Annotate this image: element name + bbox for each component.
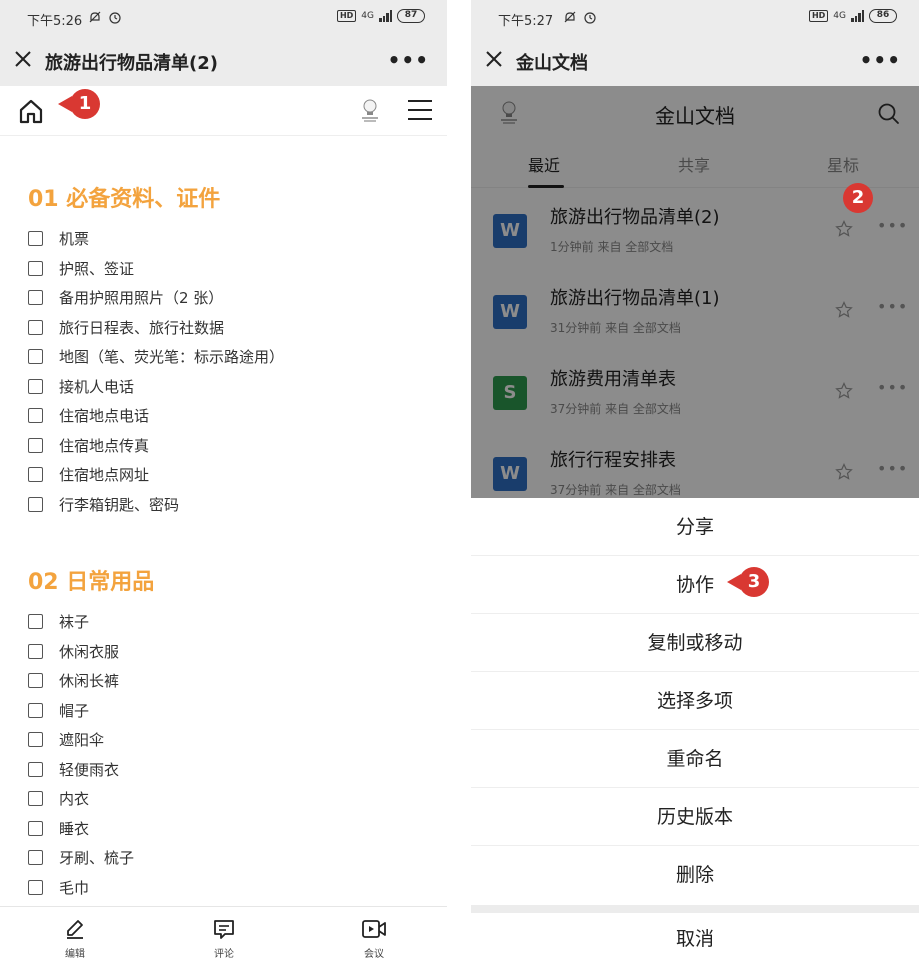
checkbox[interactable] (28, 467, 43, 483)
status-bar: 下午5:26 HD 4G 87 (0, 0, 447, 36)
window-title: 旅游出行物品清单(2) (45, 53, 218, 74)
checkbox[interactable] (28, 791, 43, 807)
checkbox[interactable] (28, 761, 43, 777)
hd-icon: HD (336, 10, 357, 22)
checklist-item[interactable]: 袜子 (28, 607, 134, 637)
checklist-item[interactable]: 睡衣 (28, 814, 134, 844)
checkbox[interactable] (28, 496, 43, 512)
status-time: 下午5:27 (498, 14, 554, 29)
document-content: 01 必备资料、证件 机票 护照、签证 备用护照用照片（2 张） 旅行日程表、旅… (0, 137, 447, 906)
left-screen: 下午5:26 HD 4G 87 旅游出行物品清单(2) ••• 1 01 必备资… (0, 0, 447, 966)
checkbox[interactable] (28, 290, 43, 306)
checkbox[interactable] (28, 408, 43, 424)
close-icon[interactable] (483, 48, 505, 70)
checkbox[interactable] (28, 614, 43, 630)
section-title: 02 日常用品 (28, 570, 155, 595)
checkbox[interactable] (28, 349, 43, 365)
checklist-item[interactable]: 牙刷、梳子 (28, 843, 134, 873)
checklist-item[interactable]: 休闲衣服 (28, 637, 134, 667)
network-label: 4G (361, 11, 374, 21)
doc-toolbar: 1 (0, 86, 447, 136)
status-time: 下午5:26 (27, 14, 83, 29)
checklist-item[interactable]: 毛巾 (28, 873, 134, 903)
share-option[interactable]: 分享 (471, 498, 919, 556)
mute-icon (88, 10, 102, 28)
checklist-item[interactable]: 护照、签证 (28, 254, 284, 284)
more-options-button[interactable]: ••• (388, 48, 429, 72)
hd-icon: HD (808, 10, 829, 22)
checklist-item[interactable]: 备用护照用照片（2 张） (28, 283, 284, 313)
checklist-daily: 袜子 休闲衣服 休闲长裤 帽子 遮阳伞 轻便雨衣 内衣 睡衣 牙刷、梳子 毛巾 (28, 607, 134, 902)
action-sheet: 分享 协作 复制或移动 选择多项 重命名 历史版本 删除 取消 (471, 498, 919, 966)
checkbox[interactable] (28, 850, 43, 866)
history-option[interactable]: 历史版本 (471, 788, 919, 846)
comment-label: 评论 (214, 949, 234, 960)
annotation-callout-2: 2 (843, 183, 873, 213)
checklist-item[interactable]: 地图（笔、荧光笔：标示路途用） (28, 342, 284, 372)
status-bar: 下午5:27 HD 4G 86 (471, 0, 919, 36)
callout-number: 3 (739, 567, 769, 597)
meeting-label: 会议 (364, 949, 384, 960)
menu-icon[interactable] (408, 100, 432, 120)
checklist-essentials: 机票 护照、签证 备用护照用照片（2 张） 旅行日程表、旅行社数据 地图（笔、荧… (28, 224, 284, 519)
edit-button[interactable]: 编辑 (45, 917, 105, 960)
pencil-icon (67, 920, 83, 939)
sheet-divider (471, 905, 919, 913)
checklist-item[interactable]: 接机人电话 (28, 372, 284, 402)
window-header: 金山文档 ••• (471, 36, 919, 86)
video-meeting-icon (362, 920, 386, 938)
checklist-item[interactable]: 旅行日程表、旅行社数据 (28, 313, 284, 343)
window-title: 金山文档 (516, 53, 588, 74)
home-icon[interactable] (17, 97, 45, 129)
checklist-item[interactable]: 轻便雨衣 (28, 755, 134, 785)
checkbox[interactable] (28, 820, 43, 836)
checklist-item[interactable]: 内衣 (28, 784, 134, 814)
cancel-button[interactable]: 取消 (471, 913, 919, 966)
mute-icon (563, 10, 577, 28)
right-screen: 下午5:27 HD 4G 86 金山文档 ••• 金山文档 最近 共享 星标 W… (471, 0, 919, 966)
comment-button[interactable]: 评论 (194, 917, 254, 960)
checklist-item[interactable]: 住宿地点网址 (28, 460, 284, 490)
rename-option[interactable]: 重命名 (471, 730, 919, 788)
modal-overlay[interactable] (471, 86, 919, 498)
window-header: 旅游出行物品清单(2) ••• (0, 36, 447, 86)
checkbox[interactable] (28, 260, 43, 276)
copy-move-option[interactable]: 复制或移动 (471, 614, 919, 672)
comment-icon (214, 920, 234, 939)
battery-icon: 87 (397, 9, 425, 23)
checkbox[interactable] (28, 702, 43, 718)
checkbox[interactable] (28, 732, 43, 748)
signal-icon (851, 10, 864, 22)
battery-icon: 86 (869, 9, 897, 23)
checkbox[interactable] (28, 231, 43, 247)
checklist-item[interactable]: 住宿地点电话 (28, 401, 284, 431)
checklist-item[interactable]: 行李箱钥匙、密码 (28, 490, 284, 520)
checklist-item[interactable]: 住宿地点传真 (28, 431, 284, 461)
collaborate-option[interactable]: 协作 (471, 556, 919, 614)
more-options-button[interactable]: ••• (860, 48, 901, 72)
edit-label: 编辑 (65, 949, 85, 960)
checkbox[interactable] (28, 673, 43, 689)
delete-option[interactable]: 删除 (471, 846, 919, 904)
checkbox[interactable] (28, 643, 43, 659)
select-multiple-option[interactable]: 选择多项 (471, 672, 919, 730)
checklist-item[interactable]: 机票 (28, 224, 284, 254)
signal-icon (379, 10, 392, 22)
checkbox[interactable] (28, 319, 43, 335)
alarm-icon (108, 10, 122, 28)
lightbulb-avatar-icon[interactable] (360, 98, 380, 124)
checklist-item[interactable]: 休闲长裤 (28, 666, 134, 696)
checklist-item[interactable]: 帽子 (28, 696, 134, 726)
checkbox[interactable] (28, 378, 43, 394)
bottom-toolbar: 编辑 评论 会议 (0, 906, 447, 966)
checklist-item[interactable]: 遮阳伞 (28, 725, 134, 755)
close-icon[interactable] (12, 48, 34, 70)
alarm-icon (583, 10, 597, 28)
checkbox[interactable] (28, 879, 43, 895)
meeting-button[interactable]: 会议 (344, 917, 404, 960)
checkbox[interactable] (28, 437, 43, 453)
section-title: 01 必备资料、证件 (28, 187, 221, 212)
callout-number: 1 (70, 89, 100, 119)
network-label: 4G (833, 11, 846, 21)
